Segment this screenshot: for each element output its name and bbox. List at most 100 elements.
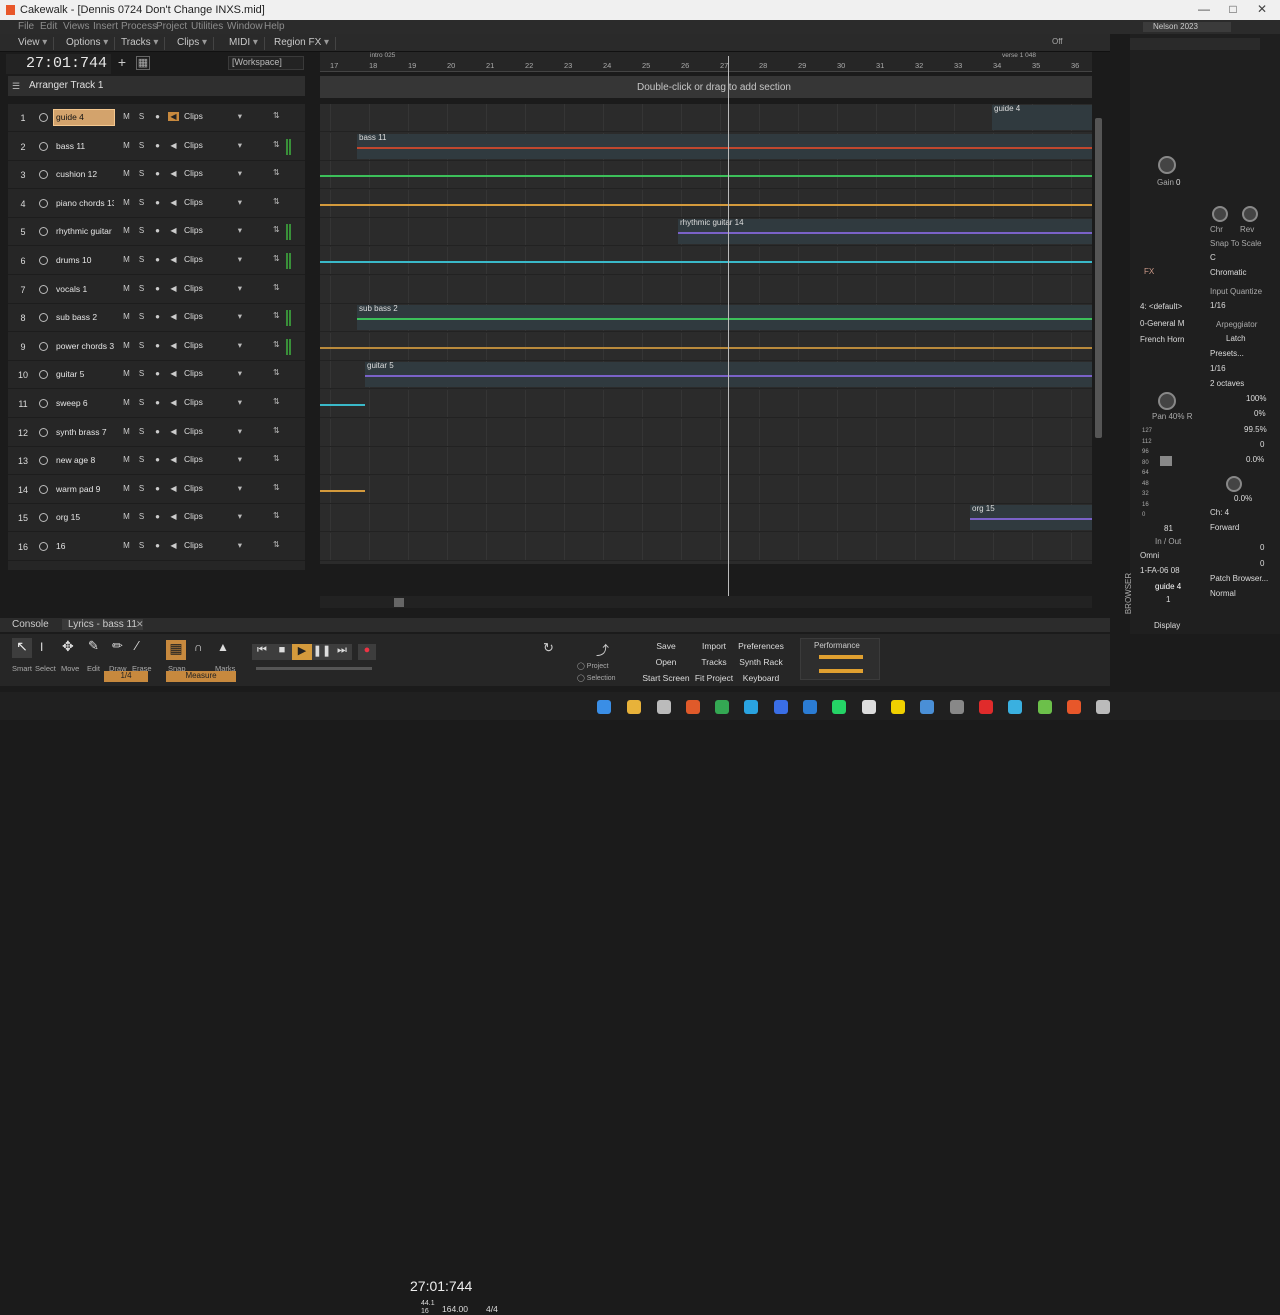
mute-button[interactable]: M <box>121 427 132 436</box>
pitch-value[interactable]: 0 <box>1260 440 1264 449</box>
track-icon[interactable] <box>39 141 48 151</box>
record-arm-icon[interactable]: ● <box>152 484 163 493</box>
track-header[interactable]: 4 piano chords 13 MS ● ◀ Clips ⇅ <box>8 190 305 218</box>
select-tool-icon[interactable]: I <box>40 640 43 654</box>
track-expand-icon[interactable]: ⇅ <box>273 197 280 206</box>
track-clips-dropdown[interactable]: Clips <box>184 225 242 239</box>
minimize-button[interactable]: — <box>1190 2 1218 18</box>
track-icon[interactable] <box>39 513 48 523</box>
track-lane[interactable]: rhythmic guitar 14 <box>320 218 1092 247</box>
input-echo-icon[interactable]: ◀ <box>168 198 179 207</box>
track-icon[interactable] <box>39 456 48 466</box>
track-clips-dropdown[interactable]: Clips <box>184 454 242 468</box>
track-icon[interactable] <box>39 284 48 294</box>
track-lane[interactable] <box>320 275 1092 304</box>
input-echo-icon[interactable]: ◀ <box>168 312 179 321</box>
track-lane[interactable]: guide 4 <box>320 104 1092 132</box>
volume-fader[interactable] <box>1160 456 1172 466</box>
velocity-value[interactable]: 100% <box>1246 394 1266 403</box>
cakewalk-icon[interactable] <box>1067 700 1081 714</box>
windows-start-icon[interactable] <box>597 700 611 714</box>
track-name[interactable]: drums 10 <box>54 253 114 268</box>
display-button[interactable]: Display <box>1154 621 1180 630</box>
mute-button[interactable]: M <box>121 484 132 493</box>
track-lane[interactable]: org 15 <box>320 504 1092 533</box>
direction-select[interactable]: Forward <box>1210 523 1239 532</box>
taskbar-app-icon[interactable] <box>862 700 876 714</box>
arranger-track[interactable]: ☰ Arranger Track 1 <box>8 76 305 96</box>
clips-pane[interactable]: guide 4 bass 11 rhythmic guitar 14 sub bass… <box>320 104 1092 564</box>
scale-type-select[interactable]: Chromatic <box>1210 268 1246 277</box>
solo-button[interactable]: S <box>136 398 147 407</box>
file-explorer-icon[interactable] <box>627 700 641 714</box>
edit-tool-icon[interactable]: ✎ <box>88 638 99 654</box>
input-echo-icon[interactable]: ◀ <box>168 484 179 493</box>
track-expand-icon[interactable]: ⇅ <box>273 311 280 320</box>
input-echo-icon[interactable]: ◀ <box>168 169 179 178</box>
reverb-knob[interactable] <box>1242 206 1258 222</box>
track-icon[interactable] <box>39 313 48 323</box>
track-lane[interactable] <box>320 533 1092 561</box>
solo-button[interactable]: S <box>136 255 147 264</box>
meter-value[interactable]: 4/4 <box>486 1304 498 1314</box>
track-clips-dropdown[interactable]: Clips <box>184 197 242 211</box>
patch-select[interactable]: French Horn <box>1140 335 1184 344</box>
mute-button[interactable]: M <box>121 455 132 464</box>
draw-tool-icon[interactable]: ✏ <box>112 638 123 654</box>
track-header[interactable]: 16 16 MS ● ◀ Clips ⇅ <box>8 533 305 561</box>
track-header[interactable]: 10 guitar 5 MS ● ◀ Clips ⇅ <box>8 361 305 390</box>
mute-button[interactable]: M <box>121 226 132 235</box>
skype-icon[interactable] <box>744 700 758 714</box>
menu-insert[interactable]: Insert <box>93 21 118 32</box>
tab-console[interactable]: Console <box>6 619 55 630</box>
track-clips-dropdown[interactable]: Clips <box>184 426 242 440</box>
quantize-select[interactable]: 1/16 <box>1210 301 1226 310</box>
track-name[interactable]: warm pad 9 <box>54 482 114 497</box>
track-clips-dropdown[interactable]: Clips <box>184 140 242 154</box>
presets-select[interactable]: Presets... <box>1210 349 1244 358</box>
input-echo-icon[interactable]: ◀ <box>168 112 179 121</box>
track-expand-icon[interactable]: ⇅ <box>273 540 280 549</box>
track-expand-icon[interactable]: ⇅ <box>273 140 280 149</box>
track-clips-dropdown[interactable]: Clips <box>184 540 242 554</box>
track-header[interactable]: 7 vocals 1 MS ● ◀ Clips ⇅ <box>8 276 305 304</box>
quick-button[interactable]: Save <box>642 641 690 651</box>
solo-button[interactable]: S <box>136 369 147 378</box>
solo-button[interactable]: S <box>136 484 147 493</box>
solo-button[interactable]: S <box>136 541 147 550</box>
snap-grid-icon[interactable]: ▦ <box>166 640 186 660</box>
taskbar-app-icon[interactable] <box>1096 700 1110 714</box>
track-header[interactable]: 14 warm pad 9 MS ● ◀ Clips ⇅ <box>8 476 305 504</box>
region-fx-dropdown[interactable]: Region FX <box>268 37 337 50</box>
close-button[interactable]: ✕ <box>1248 2 1276 18</box>
track-header[interactable]: 13 new age 8 MS ● ◀ Clips ⇅ <box>8 447 305 476</box>
track-icon[interactable] <box>39 370 48 380</box>
pause-button[interactable]: ❚❚ <box>312 644 332 660</box>
play-button[interactable]: ▶ <box>292 644 312 660</box>
track-expand-icon[interactable]: ⇅ <box>273 454 280 463</box>
quick-button[interactable]: Fit Project <box>690 673 738 683</box>
track-clips-dropdown[interactable]: Clips <box>184 283 242 297</box>
track-name[interactable]: piano chords 13 <box>54 196 114 211</box>
track-icon[interactable] <box>39 399 48 408</box>
track-clips-dropdown[interactable]: Clips <box>184 368 242 382</box>
track-name[interactable]: 16 <box>54 539 114 554</box>
options-dropdown[interactable]: Options <box>60 37 116 50</box>
track-header[interactable]: 6 drums 10 MS ● ◀ Clips ⇅ <box>8 247 305 275</box>
magnet-icon[interactable]: ∩ <box>194 640 203 654</box>
snap-value[interactable]: Measure <box>166 671 236 682</box>
select-arrow-icon[interactable]: ⤴ <box>596 640 609 659</box>
opera-icon[interactable] <box>979 700 993 714</box>
solo-button[interactable]: S <box>136 455 147 464</box>
track-name[interactable]: sweep 6 <box>54 396 114 411</box>
timeline-ruler[interactable]: intro 025 verse 1 048 17 18 19 20 21 22 23 24 25… <box>320 52 1092 72</box>
record-arm-icon[interactable]: ● <box>152 427 163 436</box>
tempo-value[interactable]: 164.00 <box>442 1304 468 1314</box>
taskbar-app-icon[interactable] <box>1038 700 1052 714</box>
transport-slider[interactable] <box>256 667 372 670</box>
rewind-button[interactable]: ⏮ <box>252 644 272 660</box>
menu-utilities[interactable]: Utilities <box>191 21 223 32</box>
mute-button[interactable]: M <box>121 141 132 150</box>
quick-button[interactable]: Tracks <box>690 657 738 667</box>
input-echo-icon[interactable]: ◀ <box>168 284 179 293</box>
